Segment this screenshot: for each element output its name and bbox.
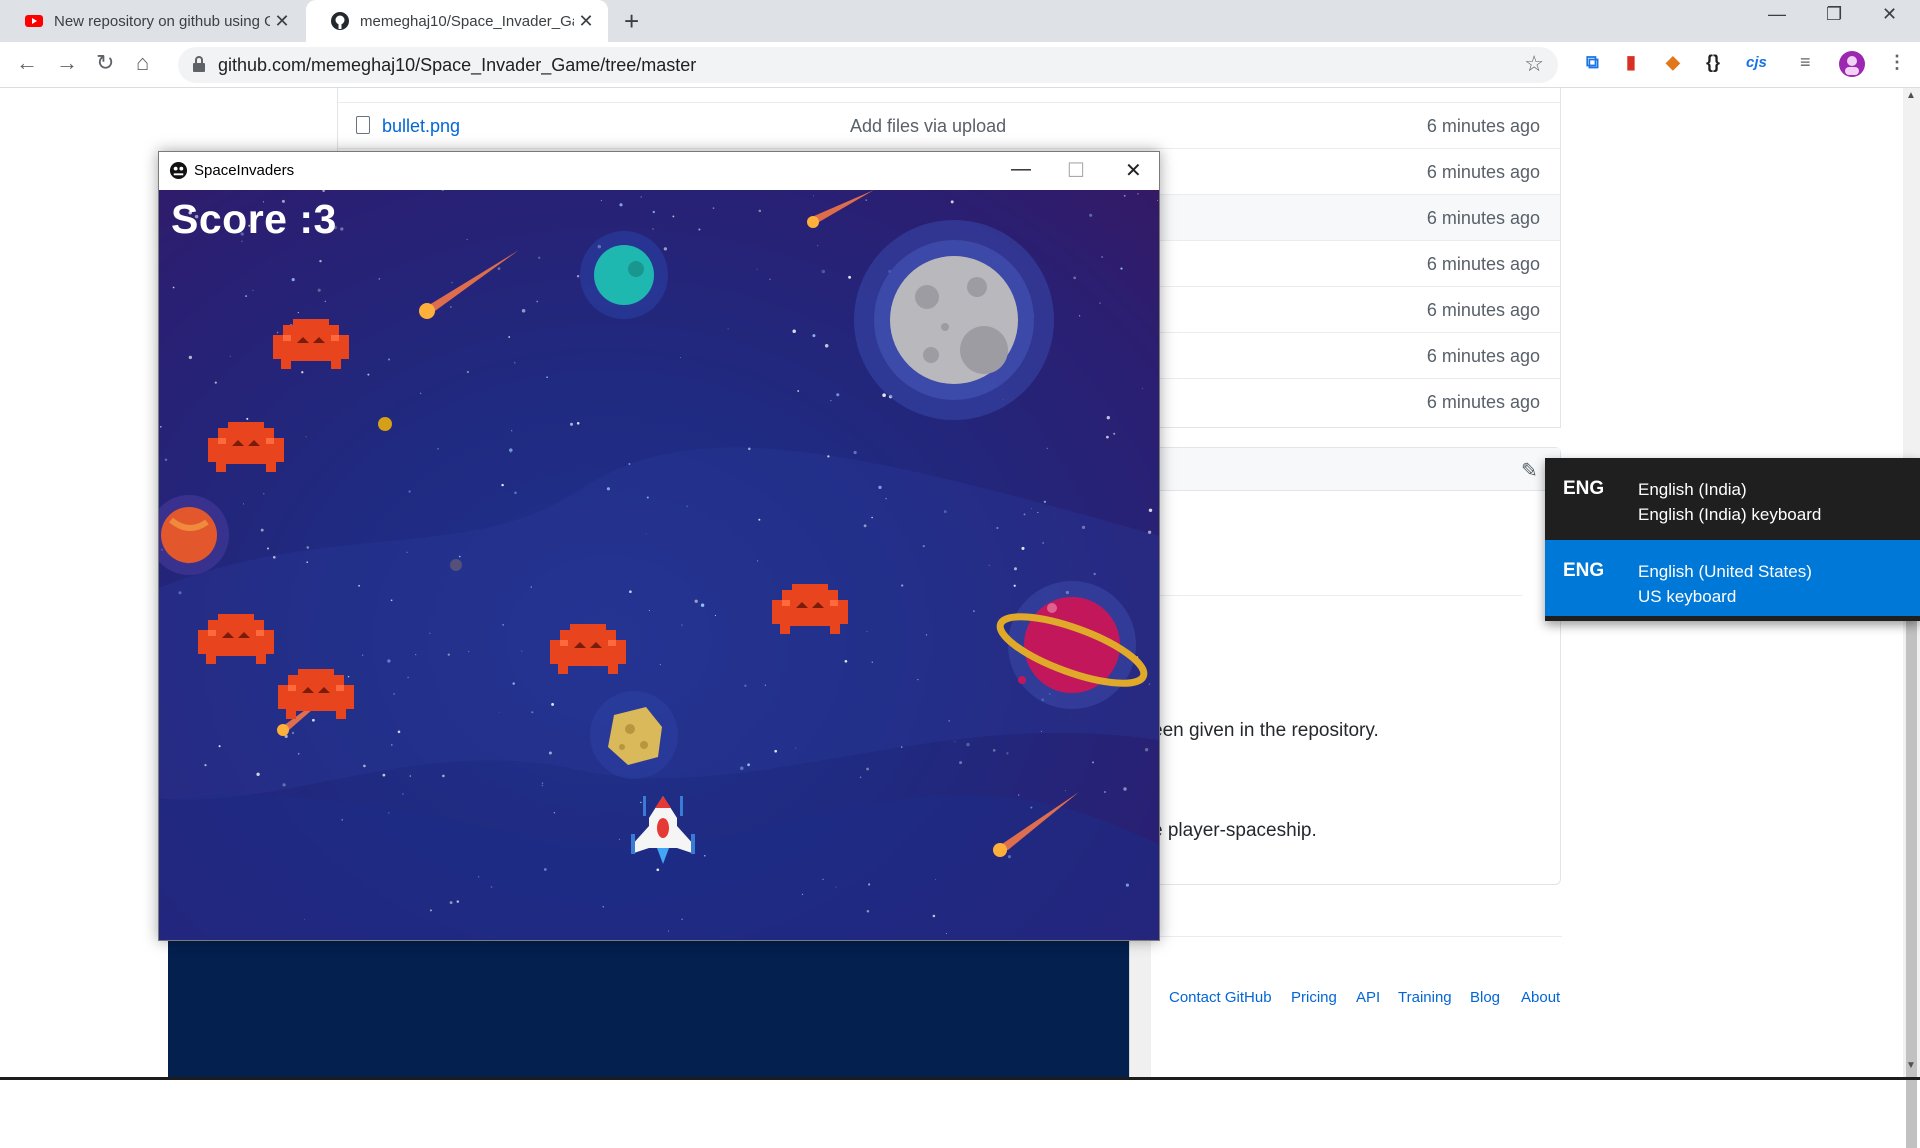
bookmark-star-icon[interactable]: ☆ bbox=[1524, 51, 1544, 77]
tab-title: New repository on github using Git Bash bbox=[54, 12, 270, 30]
metamask-icon[interactable]: ◆ bbox=[1666, 52, 1680, 73]
lock-icon bbox=[193, 56, 205, 72]
translate-extension-icon[interactable]: ⧉ bbox=[1586, 52, 1599, 73]
media-control-icon[interactable]: ≡ bbox=[1800, 52, 1811, 73]
cjs-extension-icon[interactable]: cjs bbox=[1746, 54, 1767, 71]
file-age: 6 minutes ago bbox=[1426, 392, 1540, 412]
divider bbox=[1150, 595, 1522, 596]
file-age: 6 minutes ago bbox=[1426, 162, 1540, 182]
close-tab-icon[interactable]: ✕ bbox=[574, 11, 598, 32]
enemy-invader bbox=[768, 580, 852, 647]
footer-link-about[interactable]: About bbox=[1521, 989, 1560, 1006]
small-planet-sprite bbox=[378, 417, 392, 431]
minimize-icon[interactable]: — bbox=[1768, 4, 1786, 25]
ime-option-india[interactable]: ENG English (India) English (India) keyb… bbox=[1545, 458, 1920, 534]
json-formatter-icon[interactable]: {} bbox=[1706, 52, 1720, 73]
footer-link-training[interactable]: Training bbox=[1398, 989, 1452, 1006]
table-row[interactable]: bullet.png Add files via upload 6 minute… bbox=[338, 102, 1560, 148]
file-age: 6 minutes ago bbox=[1426, 300, 1540, 320]
reload-icon[interactable]: ↻ bbox=[96, 50, 114, 76]
background-window bbox=[168, 941, 1129, 1080]
readme-line: een given in the repository. bbox=[1152, 720, 1379, 741]
footer-link-blog[interactable]: Blog bbox=[1470, 989, 1500, 1006]
ime-language: English (India) bbox=[1638, 480, 1747, 499]
enemy-invader bbox=[204, 418, 288, 485]
game-window-titlebar[interactable]: SpaceInvaders — ☐ ✕ bbox=[159, 152, 1159, 190]
small-planet-sprite bbox=[450, 559, 462, 571]
file-age: 6 minutes ago bbox=[1426, 254, 1540, 274]
tab-youtube[interactable]: New repository on github using Git Bash … bbox=[0, 0, 304, 42]
youtube-icon bbox=[25, 15, 43, 27]
footer-divider bbox=[1150, 936, 1562, 937]
background-window-edge bbox=[1129, 941, 1151, 1080]
comet-sprite bbox=[993, 792, 1079, 857]
game-maximize-icon[interactable]: ☐ bbox=[1067, 158, 1085, 183]
comet-sprite bbox=[419, 250, 519, 319]
ringed-planet-sprite bbox=[996, 581, 1148, 709]
enemy-invader bbox=[274, 665, 358, 732]
enemy-invader bbox=[546, 620, 630, 687]
ime-option-us[interactable]: ENG English (United States) US keyboard bbox=[1545, 540, 1920, 616]
footer-link-contact[interactable]: Contact GitHub bbox=[1169, 989, 1272, 1006]
score-label: Score :3 bbox=[171, 196, 337, 242]
footer-link-api[interactable]: API bbox=[1356, 989, 1380, 1006]
asteroid-sprite bbox=[590, 691, 678, 779]
game-minimize-icon[interactable]: — bbox=[1011, 158, 1031, 181]
back-icon[interactable]: ← bbox=[16, 50, 38, 76]
file-age: 6 minutes ago bbox=[1426, 116, 1540, 136]
file-icon bbox=[356, 116, 370, 134]
orange-planet-sprite bbox=[159, 495, 229, 575]
game-window-title: SpaceInvaders bbox=[194, 162, 295, 179]
commit-message[interactable]: Add files via upload bbox=[850, 116, 1006, 137]
app-icon bbox=[169, 161, 188, 180]
player-spaceship bbox=[631, 796, 695, 864]
footer-link-pricing[interactable]: Pricing bbox=[1291, 989, 1337, 1006]
ime-code: ENG bbox=[1563, 478, 1605, 499]
tab-title: memeghaj10/Space_Invader_Game bbox=[360, 12, 574, 30]
new-tab-button[interactable]: + bbox=[624, 6, 639, 37]
readme-line: e player-spaceship. bbox=[1152, 820, 1317, 841]
tab-github[interactable]: memeghaj10/Space_Invader_Game ✕ bbox=[306, 0, 608, 42]
extension-icon[interactable]: ▮ bbox=[1626, 52, 1636, 73]
input-language-switcher: ENG English (India) English (India) keyb… bbox=[1545, 458, 1920, 621]
close-window-icon[interactable]: ✕ bbox=[1882, 4, 1897, 25]
browser-tabstrip: New repository on github using Git Bash … bbox=[0, 0, 1920, 42]
browser-toolbar: ← → ↻ ⌂ github.com/memeghaj10/Space_Inva… bbox=[0, 42, 1920, 88]
scroll-down-arrow-icon[interactable]: ▼ bbox=[1906, 1060, 1916, 1071]
ime-code: ENG bbox=[1563, 560, 1605, 581]
enemy-invader bbox=[194, 610, 278, 677]
url-text: github.com/memeghaj10/Space_Invader_Game… bbox=[218, 55, 697, 75]
profile-avatar[interactable] bbox=[1838, 50, 1866, 78]
edit-pencil-icon[interactable]: ✎ bbox=[1521, 458, 1538, 483]
enemy-invader bbox=[269, 315, 353, 382]
file-age: 6 minutes ago bbox=[1426, 208, 1540, 228]
restore-icon[interactable]: ❐ bbox=[1826, 4, 1842, 25]
teal-planet-sprite bbox=[580, 231, 668, 319]
home-icon[interactable]: ⌂ bbox=[136, 50, 149, 76]
file-age: 6 minutes ago bbox=[1426, 346, 1540, 366]
close-tab-icon[interactable]: ✕ bbox=[270, 11, 294, 32]
ime-keyboard: US keyboard bbox=[1638, 587, 1737, 606]
address-bar[interactable]: github.com/memeghaj10/Space_Invader_Game… bbox=[178, 47, 1558, 83]
game-window: SpaceInvaders — ☐ ✕ Score :3 bbox=[158, 151, 1160, 941]
moon-sprite bbox=[854, 220, 1054, 420]
ime-language: English (United States) bbox=[1638, 562, 1812, 581]
ime-keyboard: English (India) keyboard bbox=[1638, 505, 1822, 524]
game-canvas[interactable]: Score :3 bbox=[159, 190, 1159, 940]
scroll-up-arrow-icon[interactable]: ▲ bbox=[1906, 90, 1916, 101]
game-close-icon[interactable]: ✕ bbox=[1125, 158, 1142, 183]
file-name-link[interactable]: bullet.png bbox=[382, 116, 460, 137]
github-icon bbox=[331, 12, 349, 30]
menu-kebab-icon[interactable]: ⋮ bbox=[1888, 52, 1906, 73]
forward-icon[interactable]: → bbox=[56, 50, 78, 76]
